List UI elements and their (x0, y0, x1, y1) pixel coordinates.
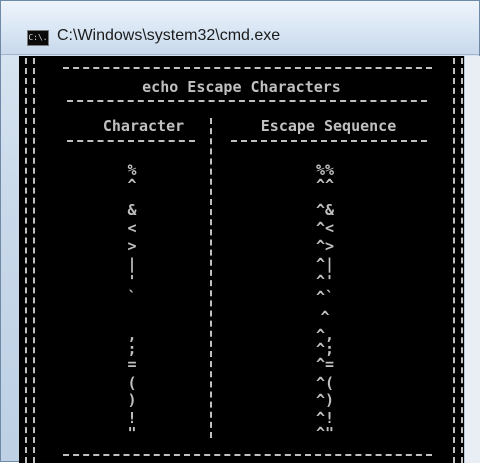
heading: echo Escape Characters (142, 78, 341, 96)
table-row: ^& (315, 201, 335, 219)
table-row: " (127, 424, 137, 442)
table-row: ^ (320, 308, 330, 326)
table-row: = (127, 355, 137, 373)
table-row: ^" (315, 424, 335, 442)
title-bar[interactable]: C:\. C:\Windows\system32\cmd.exe (1, 1, 479, 55)
table-row: ^< (315, 219, 335, 237)
table-row: ^) (315, 391, 335, 409)
table-row: ^= (315, 355, 335, 373)
window-title: C:\Windows\system32\cmd.exe (57, 27, 281, 44)
top-rule (63, 67, 432, 69)
bottom-rule (63, 454, 432, 456)
table-row: & (127, 201, 137, 219)
column-header-character: Character (102, 117, 185, 135)
column-divider (210, 118, 212, 438)
console-left-border-2 (33, 58, 35, 463)
table-row: ^> (315, 237, 335, 255)
cmd-window: C:\. C:\Windows\system32\cmd.exe echo Es… (0, 0, 480, 463)
table-row: > (127, 237, 137, 255)
column-header-escape-sequence: Escape Sequence (260, 117, 397, 135)
table-row: < (127, 219, 137, 237)
column-header-underline-right (231, 140, 427, 142)
cmd-icon[interactable]: C:\. (27, 30, 49, 46)
table-row: ) (127, 391, 137, 409)
column-header-underline-left (67, 140, 195, 142)
console-right-border (453, 58, 455, 463)
console-output[interactable]: echo Escape Characters Character Escape … (19, 56, 464, 463)
table-row: ^` (315, 288, 335, 306)
vertical-scrollbar[interactable] (464, 56, 480, 463)
heading-underline (67, 100, 427, 102)
table-row: ^ (127, 176, 137, 194)
table-row: ^^ (315, 176, 335, 194)
console-left-border (25, 58, 27, 463)
table-row: ` (127, 288, 137, 306)
console-right-border-2 (461, 58, 463, 463)
